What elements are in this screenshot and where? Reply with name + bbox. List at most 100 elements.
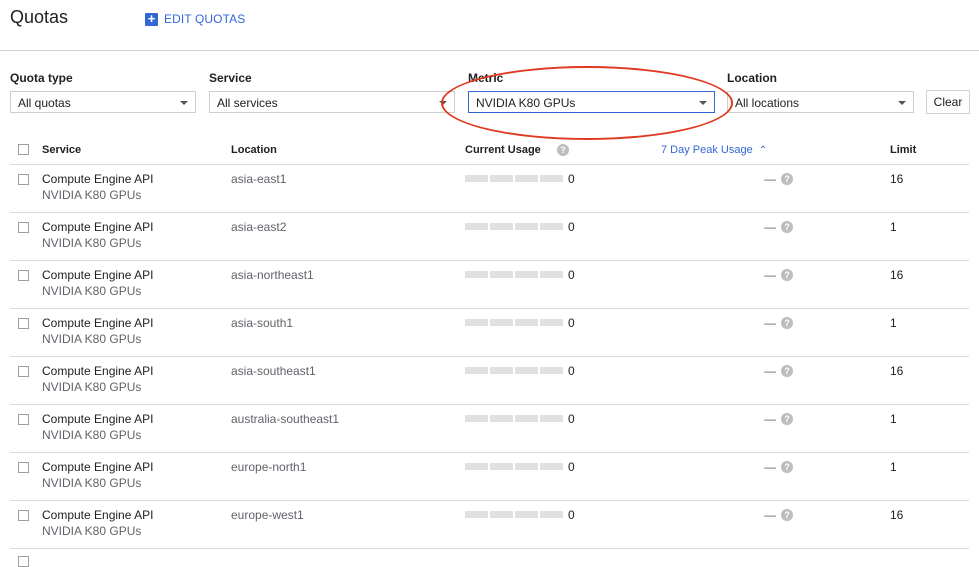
help-icon[interactable]: ? (781, 173, 793, 185)
row-limit: 1 (890, 316, 897, 330)
column-header-current-usage[interactable]: Current Usage (465, 144, 541, 156)
row-metric: NVIDIA K80 GPUs (42, 188, 142, 202)
column-header-service[interactable]: Service (42, 144, 81, 156)
help-icon[interactable]: ? (781, 413, 793, 425)
page-title: Quotas (10, 7, 69, 27)
row-service: Compute Engine API (42, 412, 154, 426)
row-service: Compute Engine API (42, 316, 154, 330)
metric-value: NVIDIA K80 GPUs (476, 96, 576, 110)
row-limit: 16 (890, 508, 904, 522)
help-icon[interactable]: ? (781, 509, 793, 521)
help-icon[interactable]: ? (781, 269, 793, 281)
row-peak: — (764, 460, 776, 474)
row-usage: 0 (568, 268, 575, 282)
row-peak: — (764, 364, 776, 378)
table-row: Compute Engine API NVIDIA K80 GPUs europ… (10, 500, 969, 549)
usage-bar (465, 367, 563, 374)
row-limit: 16 (890, 172, 904, 186)
row-service: Compute Engine API (42, 460, 154, 474)
table-row: Compute Engine API NVIDIA K80 GPUs asia-… (10, 212, 969, 261)
usage-bar (465, 175, 563, 182)
usage-bar (465, 415, 563, 422)
peak-usage-label: 7 Day Peak Usage (661, 144, 753, 156)
chevron-down-icon (439, 101, 447, 105)
row-location: europe-west1 (231, 508, 304, 522)
select-all-checkbox[interactable] (18, 144, 29, 155)
row-limit: 16 (890, 268, 904, 282)
row-peak: — (764, 316, 776, 330)
row-checkbox[interactable] (18, 222, 29, 233)
row-usage: 0 (568, 460, 575, 474)
plus-icon: + (145, 12, 158, 26)
table-row (10, 548, 969, 567)
row-peak: — (764, 172, 776, 186)
table-row: Compute Engine API NVIDIA K80 GPUs asia-… (10, 164, 969, 213)
row-peak: — (764, 508, 776, 522)
usage-bar (465, 319, 563, 326)
row-metric: NVIDIA K80 GPUs (42, 476, 142, 490)
row-metric: NVIDIA K80 GPUs (42, 284, 142, 298)
service-label: Service (209, 71, 252, 85)
chevron-down-icon (699, 101, 707, 105)
row-peak: — (764, 220, 776, 234)
column-header-location[interactable]: Location (231, 144, 277, 156)
row-location: asia-east2 (231, 220, 287, 234)
row-usage: 0 (568, 412, 575, 426)
table-row: Compute Engine API NVIDIA K80 GPUs europ… (10, 452, 969, 501)
row-checkbox[interactable] (18, 366, 29, 377)
table-row: Compute Engine API NVIDIA K80 GPUs austr… (10, 404, 969, 453)
usage-bar (465, 271, 563, 278)
row-location: europe-north1 (231, 460, 307, 474)
chevron-down-icon (898, 101, 906, 105)
location-value: All locations (735, 96, 800, 110)
help-icon[interactable]: ? (781, 221, 793, 233)
sort-ascending-icon: ⌃ (758, 145, 768, 156)
usage-bar (465, 223, 563, 230)
row-limit: 1 (890, 412, 897, 426)
row-limit: 1 (890, 460, 897, 474)
row-usage: 0 (568, 220, 575, 234)
row-checkbox[interactable] (18, 318, 29, 329)
edit-quotas-button[interactable]: + EDIT QUOTAS (145, 12, 245, 26)
row-usage: 0 (568, 508, 575, 522)
row-usage: 0 (568, 172, 575, 186)
row-location: asia-northeast1 (231, 268, 314, 282)
row-metric: NVIDIA K80 GPUs (42, 428, 142, 442)
row-usage: 0 (568, 316, 575, 330)
quota-type-select[interactable]: All quotas (10, 91, 196, 113)
table-row: Compute Engine API NVIDIA K80 GPUs asia-… (10, 308, 969, 357)
column-header-limit[interactable]: Limit (890, 144, 916, 156)
metric-label: Metric (468, 71, 504, 85)
usage-bar (465, 511, 563, 518)
quota-type-label: Quota type (10, 71, 73, 85)
help-icon[interactable]: ? (557, 144, 569, 156)
row-service: Compute Engine API (42, 220, 154, 234)
clear-button[interactable]: Clear (926, 90, 970, 114)
row-checkbox[interactable] (18, 270, 29, 281)
row-location: asia-east1 (231, 172, 287, 186)
row-usage: 0 (568, 364, 575, 378)
row-checkbox[interactable] (18, 174, 29, 185)
row-metric: NVIDIA K80 GPUs (42, 332, 142, 346)
row-checkbox[interactable] (18, 510, 29, 521)
metric-select[interactable]: NVIDIA K80 GPUs (468, 91, 715, 113)
row-peak: — (764, 412, 776, 426)
service-value: All services (217, 96, 278, 110)
row-checkbox[interactable] (18, 556, 29, 567)
row-service: Compute Engine API (42, 508, 154, 522)
help-icon[interactable]: ? (781, 365, 793, 377)
row-limit: 1 (890, 220, 897, 234)
service-select[interactable]: All services (209, 91, 455, 113)
help-icon[interactable]: ? (781, 317, 793, 329)
row-metric: NVIDIA K80 GPUs (42, 524, 142, 538)
location-select[interactable]: All locations (727, 91, 914, 113)
row-checkbox[interactable] (18, 462, 29, 473)
row-checkbox[interactable] (18, 414, 29, 425)
location-label: Location (727, 71, 777, 85)
row-service: Compute Engine API (42, 364, 154, 378)
row-peak: — (764, 268, 776, 282)
column-header-peak-usage[interactable]: 7 Day Peak Usage ⌃ (661, 144, 767, 156)
quota-type-value: All quotas (18, 96, 71, 110)
help-icon[interactable]: ? (781, 461, 793, 473)
table-row: Compute Engine API NVIDIA K80 GPUs asia-… (10, 260, 969, 309)
